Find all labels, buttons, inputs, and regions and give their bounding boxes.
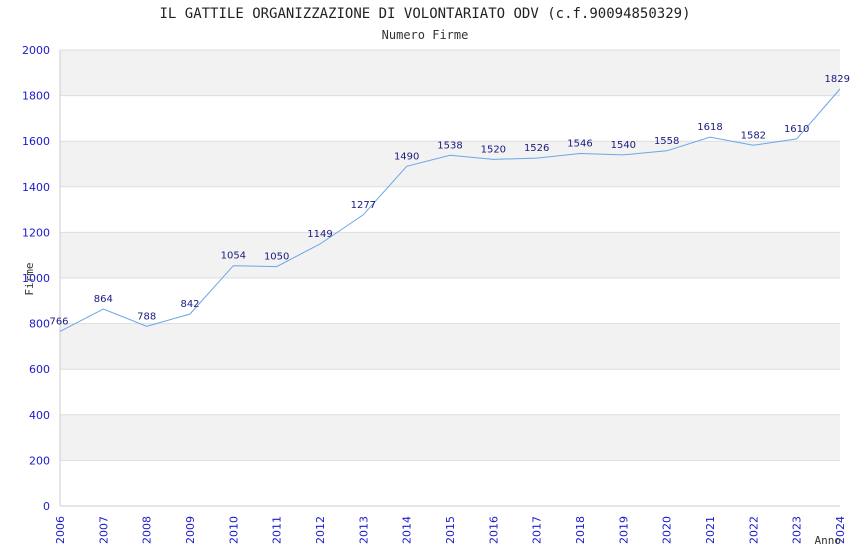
x-tick-label: 2009 [184,516,197,544]
x-tick-label: 2021 [704,516,717,544]
y-tick-label: 800 [29,318,50,331]
x-tick-label: 2007 [97,516,110,544]
data-label: 864 [94,294,113,305]
y-axis-title: Firme [23,262,36,295]
data-label: 766 [49,316,68,327]
x-tick-label: 2016 [487,516,500,544]
data-label: 1520 [481,144,506,155]
data-label: 1610 [784,124,809,135]
background-band [60,323,840,370]
background-band [60,414,840,461]
data-label: 1538 [437,140,462,151]
x-tick-label: 2019 [617,516,630,544]
data-label: 1490 [394,151,419,162]
chart-subtitle: Numero Firme [382,28,469,42]
x-axis-title: Anno [815,534,842,547]
chart-title: IL GATTILE ORGANIZZAZIONE DI VOLONTARIAT… [159,6,690,22]
data-label: 842 [180,299,199,310]
data-label: 1149 [307,229,332,240]
x-tick-label: 2022 [747,516,760,544]
background-band [60,186,840,233]
x-tick-label: 2014 [401,516,414,544]
x-tick-label: 2018 [574,516,587,544]
y-tick-label: 200 [29,454,50,467]
y-tick-label: 1200 [22,226,50,239]
data-label: 1050 [264,252,289,263]
y-tick-label: 1800 [22,90,50,103]
data-label: 788 [137,311,156,322]
x-tick-label: 2011 [271,516,284,544]
y-tick-label: 600 [29,363,50,376]
x-tick-label: 2013 [357,516,370,544]
background-band [60,95,840,142]
x-tick-label: 2017 [531,516,544,544]
data-label: 1540 [611,140,636,151]
x-tick-label: 2008 [141,516,154,544]
data-label: 1829 [825,74,850,85]
x-tick-label: 2012 [314,516,327,544]
background-band [60,50,840,96]
y-tick-label: 2000 [22,44,50,57]
y-tick-label: 1400 [22,181,50,194]
x-tick-label: 2015 [444,516,457,544]
data-label: 1526 [524,143,549,154]
background-band [60,232,840,278]
data-label: 1558 [654,136,679,147]
x-axis-ticks: 2006 2007 2008 2009 2010 2011 2012 2013 2014 2015… [54,516,847,544]
data-label: 1054 [221,251,246,262]
data-label: 1582 [741,130,766,141]
background-band [60,369,840,415]
line-chart: 0200400600800100012001400160018002000 20… [22,6,850,547]
x-tick-label: 2010 [227,516,240,544]
x-tick-label: 2023 [791,516,804,544]
x-tick-label: 2006 [54,516,67,544]
data-label: 1546 [567,139,592,150]
data-label: 1618 [697,122,722,133]
y-tick-label: 1600 [22,135,50,148]
data-label: 1277 [351,200,376,211]
y-tick-label: 0 [43,500,50,513]
y-tick-label: 400 [29,409,50,422]
background-band [60,460,840,506]
x-tick-label: 2020 [661,516,674,544]
background-band [60,278,840,324]
